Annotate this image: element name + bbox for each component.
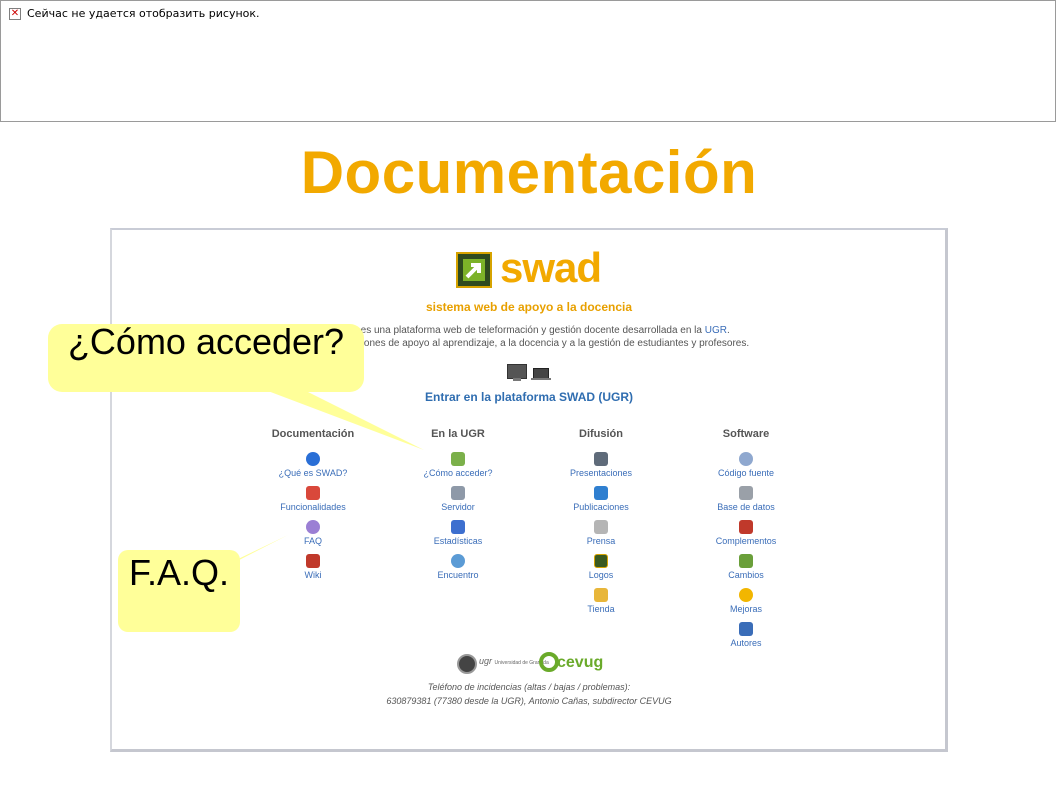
callout-faq: F.A.Q. (118, 550, 240, 632)
callout-faq-text: F.A.Q. (128, 552, 230, 593)
callout-pointers (210, 388, 424, 575)
callout-como-acceder: ¿Cómo acceder? (48, 321, 364, 392)
callout-como-acceder-text: ¿Cómo acceder? (67, 321, 345, 362)
